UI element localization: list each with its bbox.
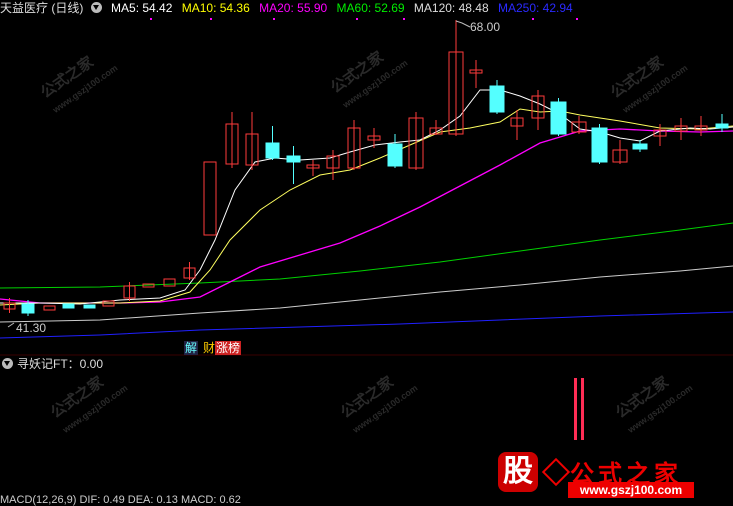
header-markers bbox=[150, 18, 578, 20]
badge-cai[interactable]: 财 bbox=[203, 341, 215, 355]
badge-zhangbang[interactable]: 涨榜 bbox=[215, 341, 242, 355]
logo-diamond-icon bbox=[541, 457, 571, 487]
chevron-down-icon[interactable] bbox=[2, 358, 13, 369]
signal-bar-2 bbox=[581, 378, 584, 440]
low-pointer bbox=[7, 322, 15, 328]
ma5-line bbox=[0, 89, 733, 305]
logo-mark: 股 bbox=[498, 452, 538, 492]
badge-jie[interactable]: 解 bbox=[184, 341, 199, 355]
high-price-label: 68.00 bbox=[470, 20, 501, 34]
ma20-line bbox=[0, 128, 733, 304]
ma250-line bbox=[0, 311, 733, 339]
macd-header: MACD(12,26,9) DIF: 0.49 DEA: 0.13 MACD: … bbox=[0, 494, 241, 506]
low-price-label: 41.30 bbox=[16, 321, 47, 335]
signal-bar-1 bbox=[574, 378, 577, 440]
ma120-line bbox=[0, 265, 733, 323]
ma60-line bbox=[0, 222, 733, 289]
indicator-title: 寻妖记FT：0.00 bbox=[0, 357, 103, 371]
logo-url: www.gszj100.com bbox=[568, 482, 694, 498]
site-logo: 股 公式之家 www.gszj100.com bbox=[488, 452, 728, 500]
high-pointer bbox=[455, 20, 471, 28]
